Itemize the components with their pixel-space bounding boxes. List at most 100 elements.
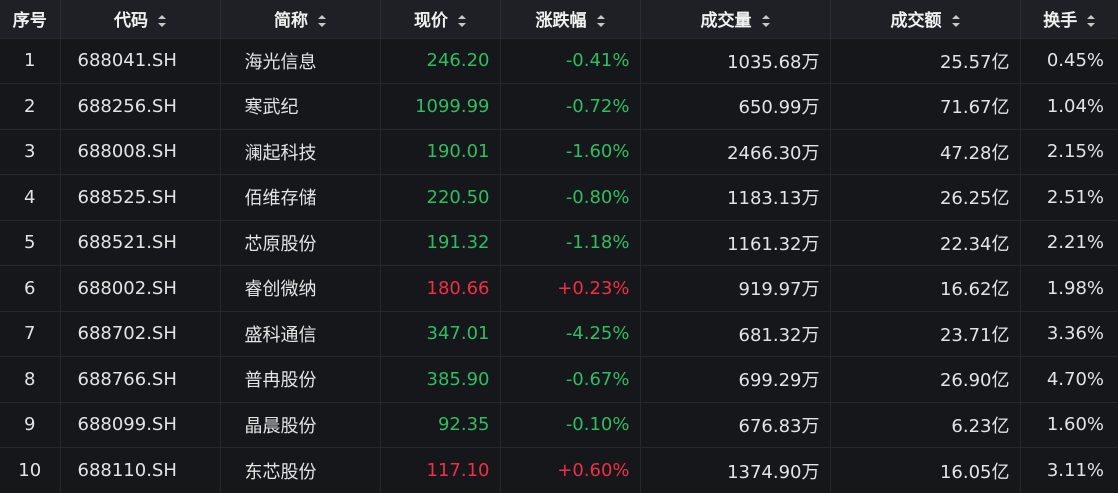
cell-change-pct: -0.10% — [500, 402, 641, 448]
table-row[interactable]: 4 688525.SH 佰维存储 220.50 -0.80% 1183.13万 … — [0, 174, 1118, 220]
cell-turnover-rate: 3.36% — [1046, 323, 1104, 345]
cell-price: 385.90 — [380, 356, 501, 402]
cell-price: 220.50 — [380, 174, 501, 220]
sort-icon[interactable] — [158, 15, 166, 28]
table-row[interactable]: 1 688041.SH 海光信息 246.20 -0.41% 1035.68万 … — [0, 38, 1118, 84]
cell-turnover-rate: 2.51% — [1046, 186, 1104, 208]
cell-change-pct: -4.25% — [500, 311, 641, 357]
cell-volume: 699.29万 — [640, 356, 831, 402]
cell-turnover: 47.28亿 — [830, 129, 1021, 175]
cell-change-pct: -0.80% — [500, 174, 641, 220]
stock-table: 序号 代码 简称 现价 涨跌幅 成交量 成交额 换手 1 688041.SH 海… — [0, 0, 1118, 493]
table-row[interactable]: 2 688256.SH 寒武纪 1099.99 -0.72% 650.99万 7… — [0, 83, 1118, 129]
cell-index: 4 — [0, 174, 61, 220]
header-price-label: 现价 — [414, 11, 448, 32]
cell-index: 1 — [0, 38, 61, 84]
cell-turnover-rate: 0.45% — [1046, 50, 1104, 72]
cell-turnover: 6.23亿 — [830, 402, 1021, 448]
header-code[interactable]: 代码 — [60, 0, 221, 38]
cell-code: 688702.SH — [60, 311, 221, 357]
cell-change-pct: -0.41% — [500, 38, 641, 84]
table-row[interactable]: 8 688766.SH 普冉股份 385.90 -0.67% 699.29万 2… — [0, 356, 1118, 402]
table-row[interactable]: 3 688008.SH 澜起科技 190.01 -1.60% 2466.30万 … — [0, 129, 1118, 175]
cell-price: 92.35 — [380, 402, 501, 448]
cell-name: 海光信息 — [220, 38, 381, 84]
cell-volume: 681.32万 — [640, 311, 831, 357]
cell-volume: 2466.30万 — [640, 129, 831, 175]
header-price[interactable]: 现价 — [380, 0, 501, 38]
cell-volume: 650.99万 — [640, 83, 831, 129]
cell-price: 246.20 — [380, 38, 501, 84]
cell-turnover: 26.90亿 — [830, 356, 1021, 402]
header-row: 序号 代码 简称 现价 涨跌幅 成交量 成交额 换手 — [0, 0, 1118, 38]
cell-turnover-rate: 2.15% — [1046, 141, 1104, 163]
table-row[interactable]: 6 688002.SH 睿创微纳 180.66 +0.23% 919.97万 1… — [0, 265, 1118, 311]
cell-turnover-rate: 2.21% — [1046, 232, 1104, 254]
cell-index: 7 — [0, 311, 61, 357]
sort-icon[interactable] — [951, 15, 960, 28]
cell-code: 688002.SH — [60, 265, 221, 311]
header-turnover-rate[interactable]: 换手 — [1020, 0, 1118, 38]
cell-price: 1099.99 — [380, 83, 501, 129]
cell-turnover-rate: 3.11% — [1046, 460, 1104, 481]
sort-icon[interactable] — [596, 15, 605, 28]
cell-index: 5 — [0, 220, 61, 266]
cell-turnover: 22.34亿 — [830, 220, 1021, 266]
table-header: 序号 代码 简称 现价 涨跌幅 成交量 成交额 换手 — [0, 0, 1118, 38]
header-name[interactable]: 简称 — [220, 0, 381, 38]
cell-index: 2 — [0, 83, 61, 129]
cell-volume: 1161.32万 — [640, 220, 831, 266]
cell-turnover: 23.71亿 — [830, 311, 1021, 357]
header-name-label: 简称 — [274, 11, 308, 32]
cell-turnover-rate: 1.60% — [1046, 414, 1104, 436]
cell-code: 688521.SH — [60, 220, 221, 266]
header-index: 序号 — [0, 0, 61, 38]
cell-turnover-rate: 1.98% — [1046, 277, 1104, 299]
sort-icon[interactable] — [761, 15, 770, 28]
table-row[interactable]: 5 688521.SH 芯原股份 191.32 -1.18% 1161.32万 … — [0, 220, 1118, 266]
cell-change-pct: -1.60% — [500, 129, 641, 175]
sort-icon[interactable] — [318, 15, 326, 28]
cell-index: 10 — [0, 447, 61, 493]
table-row[interactable]: 9 688099.SH 晶晨股份 92.35 -0.10% 676.83万 6.… — [0, 402, 1118, 448]
cell-turnover-rate: 1.04% — [1046, 95, 1104, 117]
cell-volume: 676.83万 — [640, 402, 831, 448]
header-volume-label: 成交量 — [700, 11, 752, 32]
cell-volume: 1374.90万 — [640, 447, 831, 493]
header-code-label: 代码 — [114, 11, 148, 32]
cell-code: 688099.SH — [60, 402, 221, 448]
header-turnover-label: 成交额 — [890, 11, 942, 32]
cell-name: 寒武纪 — [220, 83, 381, 129]
table-row[interactable]: 10 688110.SH 东芯股份 117.10 +0.60% 1374.90万… — [0, 447, 1118, 493]
cell-turnover: 16.62亿 — [830, 265, 1021, 311]
header-turnover-rate-label: 换手 — [1043, 11, 1078, 32]
cell-change-pct: -1.18% — [500, 220, 641, 266]
cell-name: 普冉股份 — [220, 356, 381, 402]
cell-index: 9 — [0, 402, 61, 448]
cell-name: 盛科通信 — [220, 311, 381, 357]
cell-turnover: 71.67亿 — [830, 83, 1021, 129]
cell-code: 688008.SH — [60, 129, 221, 175]
table-row[interactable]: 7 688702.SH 盛科通信 347.01 -4.25% 681.32万 2… — [0, 311, 1118, 357]
sort-icon[interactable] — [458, 15, 466, 28]
table-body: 1 688041.SH 海光信息 246.20 -0.41% 1035.68万 … — [0, 38, 1118, 493]
cell-name: 澜起科技 — [220, 129, 381, 175]
cell-price: 347.01 — [380, 311, 501, 357]
header-turnover[interactable]: 成交额 — [830, 0, 1021, 38]
cell-volume: 1183.13万 — [640, 174, 831, 220]
cell-price: 117.10 — [380, 447, 501, 493]
header-volume[interactable]: 成交量 — [640, 0, 831, 38]
cell-index: 3 — [0, 129, 61, 175]
cell-turnover: 16.05亿 — [830, 447, 1021, 493]
cell-code: 688110.SH — [60, 447, 221, 493]
header-change-pct-label: 涨跌幅 — [535, 11, 587, 32]
cell-turnover: 26.25亿 — [830, 174, 1021, 220]
header-change-pct[interactable]: 涨跌幅 — [500, 0, 641, 38]
cell-price: 190.01 — [380, 129, 501, 175]
cell-price: 180.66 — [380, 265, 501, 311]
cell-volume: 1035.68万 — [640, 38, 831, 84]
cell-code: 688525.SH — [60, 174, 221, 220]
sort-icon[interactable] — [1087, 15, 1096, 28]
cell-volume: 919.97万 — [640, 265, 831, 311]
cell-name: 晶晨股份 — [220, 402, 381, 448]
